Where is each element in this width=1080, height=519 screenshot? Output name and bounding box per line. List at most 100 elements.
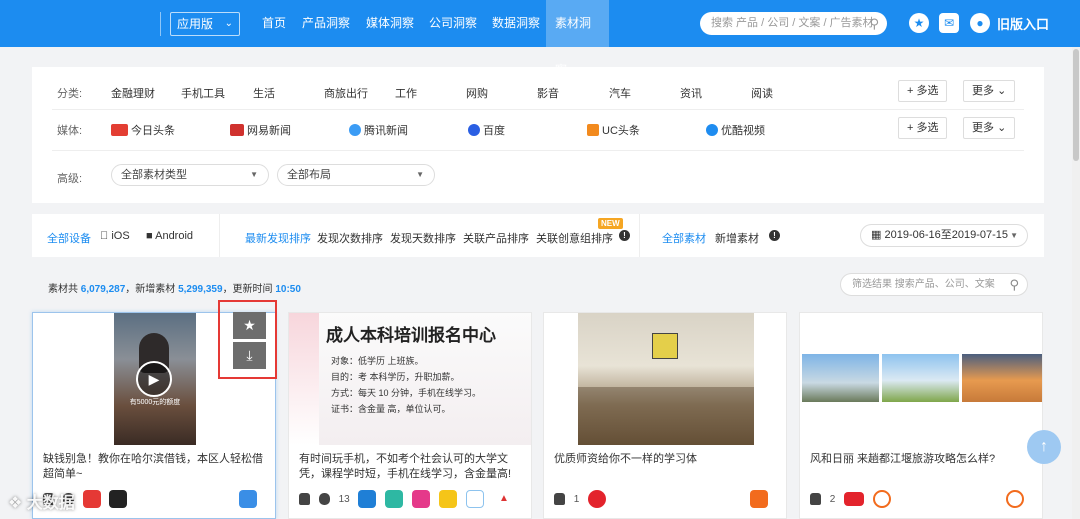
sort-discover-days[interactable]: 发现天数排序: [390, 230, 456, 246]
sunset-photo: [962, 354, 1042, 402]
app-icon[interactable]: [109, 490, 128, 508]
multi-select-button[interactable]: + 多选: [898, 80, 948, 102]
device-label: Android: [155, 230, 194, 242]
result-search-input[interactable]: 筛选结果 搜索产品、公司、文案 ⚲: [840, 273, 1028, 296]
category-chip[interactable]: 阅读: [751, 85, 773, 101]
favorite-star-icon[interactable]: ★: [233, 312, 266, 339]
category-chip[interactable]: 影音: [537, 85, 559, 101]
media-chip-tencent[interactable]: 腾讯新闻: [349, 122, 408, 138]
category-chip[interactable]: 网购: [466, 85, 488, 101]
category-chip[interactable]: 汽车: [609, 85, 631, 101]
meadow-photo: [882, 354, 959, 402]
download-icon[interactable]: ⤓: [233, 342, 266, 369]
media-chip-toutiao[interactable]: 今日头条: [111, 122, 175, 138]
multi-select-button[interactable]: + 多选: [898, 117, 948, 139]
category-chip[interactable]: 商旅出行: [324, 85, 368, 101]
device-ios-tab[interactable]:  iOS: [100, 230, 130, 242]
apple-icon: [318, 493, 330, 505]
poster-line: 方式：每天 10 分钟，手机在线学习。: [331, 388, 482, 398]
pagoda-photo: [802, 354, 879, 402]
material-card[interactable]: 成人本科培训报名中心 对象：低学历 上班族。 目的：考 本科学历，升职加薪。 方…: [288, 312, 532, 519]
category-chip[interactable]: 生活: [253, 85, 275, 101]
sort-latest[interactable]: 最新发现排序: [245, 230, 311, 246]
material-card[interactable]: 风和日丽 来趟都江堰旅游攻略怎么样? 2: [799, 312, 1043, 519]
more-button[interactable]: 更多 ⌄: [963, 80, 1016, 102]
app-icon[interactable]: [358, 490, 377, 508]
nav-data-insight[interactable]: 数据洞察: [483, 0, 549, 47]
media-chip-netease[interactable]: 网易新闻: [230, 122, 291, 138]
media-chip-uc[interactable]: UC头条: [587, 122, 640, 138]
sort-related-creative-groups[interactable]: 关联创意组排序: [536, 230, 613, 246]
app-icon[interactable]: [412, 490, 431, 508]
select-value: 全部素材类型: [121, 169, 187, 181]
material-card[interactable]: 优质师资给你不一样的学习体 1: [543, 312, 787, 519]
nav-company-insight[interactable]: 公司洞察: [420, 0, 486, 47]
media-source-icon[interactable]: [750, 490, 768, 508]
poster-thumbnail[interactable]: 成人本科培训报名中心 对象：低学历 上班族。 目的：考 本科学历，升职加薪。 方…: [289, 313, 531, 445]
stats-label: 素材共: [48, 284, 78, 295]
sort-discover-count[interactable]: 发现次数排序: [317, 230, 383, 246]
poster-title: 成人本科培训报名中心: [326, 326, 496, 346]
date-range-picker[interactable]: ▦ 2019-06-16至2019-07-15 ▼: [860, 224, 1028, 247]
media-chip-label: UC头条: [602, 125, 640, 137]
scrollbar-thumb[interactable]: [1073, 49, 1079, 161]
info-icon[interactable]: !: [619, 230, 630, 241]
category-chip[interactable]: 金融理财: [111, 85, 155, 101]
nav-home[interactable]: 首页: [253, 0, 295, 47]
nav-material-insight[interactable]: 素材洞察: [546, 0, 609, 77]
page-scrollbar[interactable]: [1072, 47, 1080, 519]
search-placeholder: 筛选结果 搜索产品、公司、文案: [852, 279, 995, 290]
device-all-tab[interactable]: 全部设备: [47, 230, 91, 246]
app-version-select[interactable]: 应用版 ⌄: [170, 12, 240, 36]
media-chip-baidu[interactable]: 百度: [468, 122, 505, 138]
divider: [639, 214, 640, 257]
media-source-icon[interactable]: ▲: [495, 490, 513, 508]
tab-all-materials[interactable]: 全部素材: [662, 230, 706, 246]
app-icon[interactable]: [588, 490, 607, 508]
star-icon[interactable]: ★: [909, 13, 929, 33]
category-chip[interactable]: 资讯: [680, 85, 702, 101]
sort-related-products[interactable]: 关联产品排序: [463, 230, 529, 246]
youku-play-icon: [706, 124, 718, 136]
total-count: 6,079,287: [80, 284, 126, 295]
back-to-top-icon[interactable]: ↑: [1027, 430, 1061, 464]
global-search-input[interactable]: 搜索 产品 / 公司 / 文案 / 广告素材 ⚲: [700, 12, 887, 35]
app-icon[interactable]: [872, 490, 891, 508]
nav-media-insight[interactable]: 媒体洞察: [357, 0, 423, 47]
card-footer: 2: [810, 490, 1036, 510]
app-icon[interactable]: [438, 490, 457, 508]
search-icon[interactable]: ⚲: [869, 12, 879, 35]
old-version-link[interactable]: 旧版入口: [997, 14, 1049, 33]
card-title: 优质师资给你不一样的学习体: [554, 453, 697, 465]
media-label: 媒体:: [57, 125, 83, 137]
divider: [160, 12, 161, 36]
more-button[interactable]: 更多 ⌄: [963, 117, 1016, 139]
result-stats: 素材共 6,079,287，新增素材 5,299,359，更新时间 10:50: [48, 280, 301, 295]
tab-new-materials[interactable]: 新增素材: [715, 230, 759, 246]
apple-icon: : [100, 230, 108, 242]
stats-label: ，新增素材: [125, 284, 176, 295]
play-icon[interactable]: ▶: [136, 361, 172, 397]
classroom-thumbnail[interactable]: [544, 313, 786, 445]
travel-thumbnail[interactable]: [800, 313, 1042, 445]
user-icon[interactable]: ●: [970, 13, 990, 33]
media-source-icon[interactable]: [239, 490, 257, 508]
nav-product-insight[interactable]: 产品洞察: [293, 0, 359, 47]
layout-select[interactable]: 全部布局 ▼: [277, 164, 435, 186]
search-icon[interactable]: ⚲: [1009, 274, 1019, 295]
media-source-icon[interactable]: [1006, 490, 1024, 508]
android-icon: [554, 493, 565, 505]
info-icon[interactable]: !: [769, 230, 780, 241]
device-android-tab[interactable]: ■ Android: [146, 230, 193, 242]
category-chip[interactable]: 手机工具: [181, 85, 225, 101]
app-icon[interactable]: [465, 490, 484, 508]
device-label: iOS: [100, 230, 129, 242]
app-icon[interactable]: [844, 492, 865, 506]
app-icon[interactable]: [82, 490, 101, 508]
material-type-select[interactable]: 全部素材类型 ▼: [111, 164, 269, 186]
media-chip-youku[interactable]: 优酷视频: [706, 122, 765, 138]
app-icon[interactable]: [385, 490, 404, 508]
category-chip[interactable]: 工作: [395, 85, 417, 101]
message-icon[interactable]: ✉: [939, 13, 959, 33]
app-version-label: 应用版: [177, 17, 214, 31]
